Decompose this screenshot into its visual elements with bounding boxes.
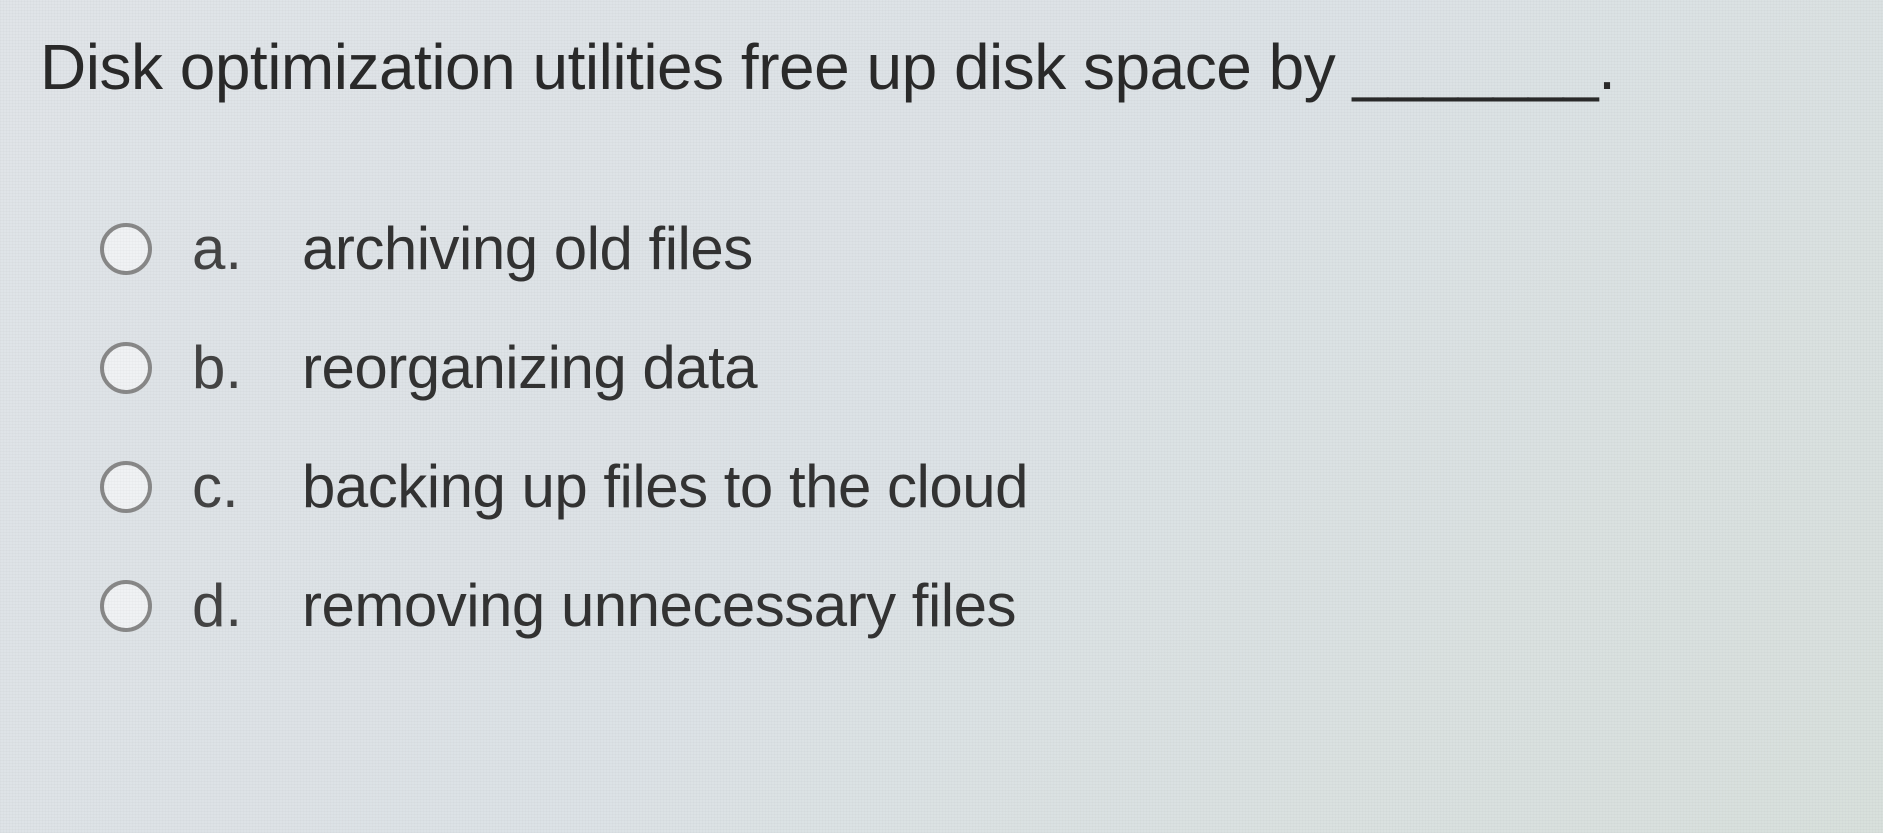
option-letter: d. (192, 571, 262, 640)
question-text: Disk optimization utilities free up disk… (40, 30, 1843, 104)
option-a[interactable]: a. archiving old files (100, 214, 1843, 283)
option-c[interactable]: c. backing up files to the cloud (100, 452, 1843, 521)
option-label: removing unnecessary files (302, 571, 1016, 640)
radio-icon[interactable] (100, 342, 152, 394)
option-label: backing up files to the cloud (302, 452, 1028, 521)
option-letter: a. (192, 214, 262, 283)
option-d[interactable]: d. removing unnecessary files (100, 571, 1843, 640)
option-label: reorganizing data (302, 333, 757, 402)
radio-icon[interactable] (100, 223, 152, 275)
option-letter: b. (192, 333, 262, 402)
option-letter: c. (192, 452, 262, 521)
radio-icon[interactable] (100, 580, 152, 632)
option-b[interactable]: b. reorganizing data (100, 333, 1843, 402)
radio-icon[interactable] (100, 461, 152, 513)
options-list: a. archiving old files b. reorganizing d… (40, 214, 1843, 640)
option-label: archiving old files (302, 214, 753, 283)
